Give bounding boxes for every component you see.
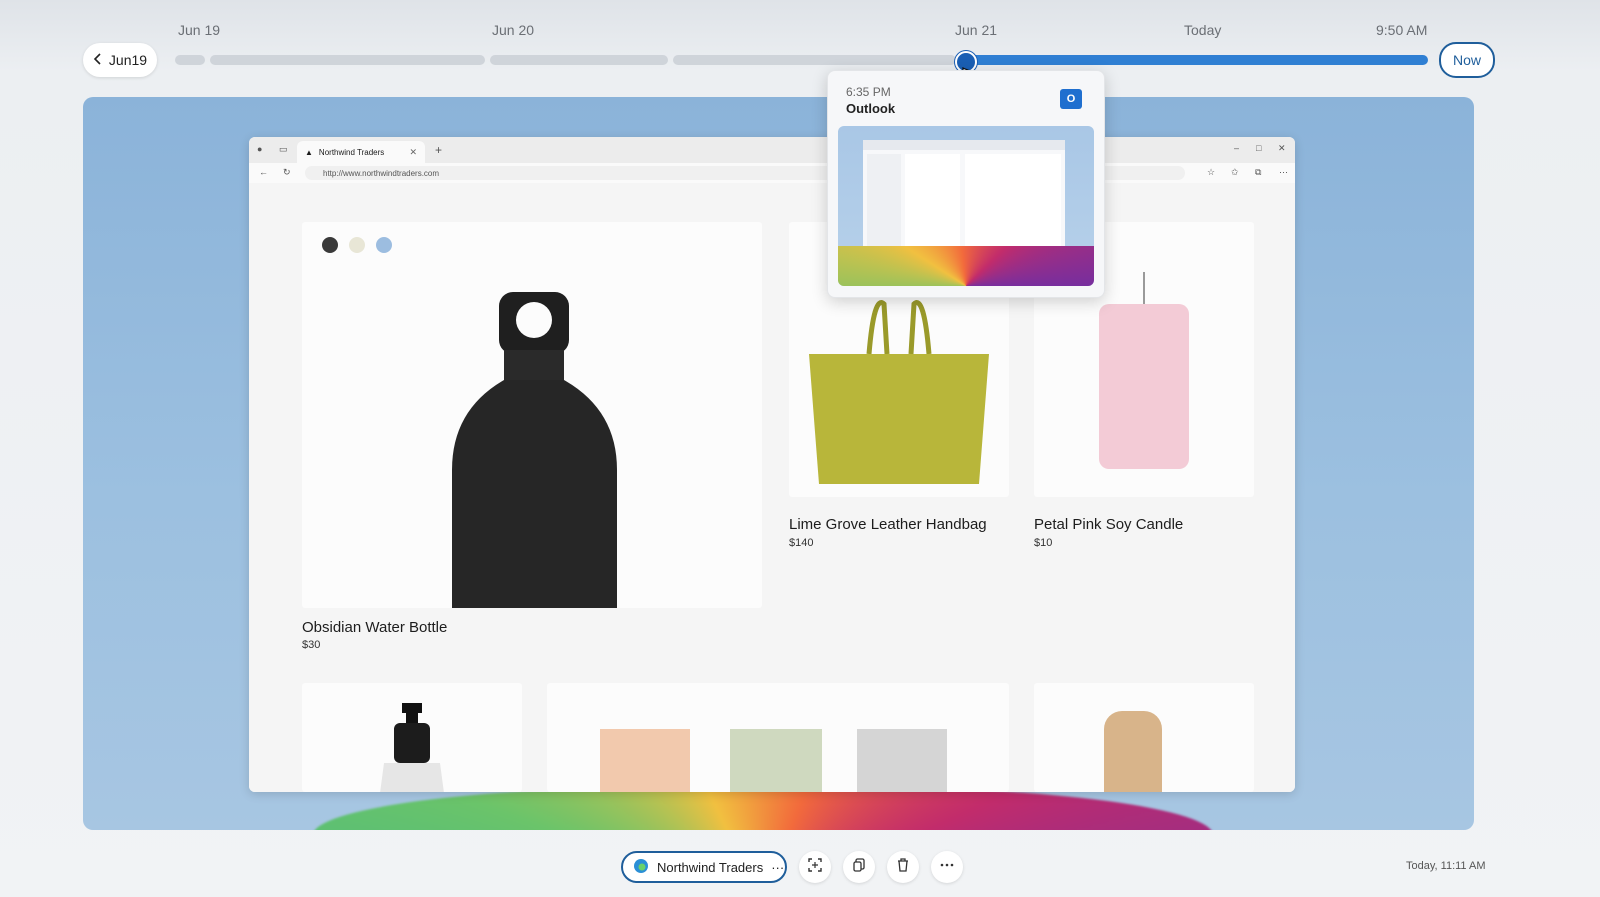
delete-button[interactable] bbox=[887, 851, 919, 883]
soap-grey bbox=[857, 729, 947, 792]
wallpaper-bloom bbox=[313, 787, 1213, 830]
product-image-lotion[interactable] bbox=[302, 683, 522, 792]
edge-icon bbox=[633, 858, 649, 877]
page-content: Obsidian Water Bottle $30 Lime Grove Lea… bbox=[249, 183, 1295, 792]
preview-app-name: Outlook bbox=[846, 101, 896, 116]
outlook-icon: O bbox=[1060, 89, 1082, 109]
maximize-icon[interactable]: □ bbox=[1256, 143, 1261, 153]
product-price: $30 bbox=[302, 639, 321, 651]
app-pill-button[interactable]: Northwind Traders ··· bbox=[621, 851, 787, 883]
address-row: ← ↻ http://www.northwindtraders.com ☆ ✩ … bbox=[249, 163, 1295, 184]
timeline-label: 9:50 AM bbox=[1376, 22, 1428, 38]
collections-icon[interactable]: ⧉ bbox=[1255, 167, 1261, 178]
soap-green bbox=[730, 729, 822, 792]
more-horizontal-icon bbox=[939, 857, 955, 878]
soap-peach bbox=[600, 729, 690, 792]
app-pill-label: Northwind Traders bbox=[657, 859, 764, 875]
product-name[interactable]: Obsidian Water Bottle bbox=[302, 619, 447, 636]
timeline-segment-active[interactable] bbox=[962, 55, 1428, 65]
lotion-bottle-illustration bbox=[380, 703, 444, 792]
minimize-icon[interactable]: – bbox=[1234, 143, 1239, 153]
back-arrow-icon[interactable]: ← bbox=[259, 167, 268, 177]
tab-actions-icon[interactable]: ▭ bbox=[279, 144, 288, 155]
trash-icon bbox=[895, 857, 911, 878]
candle-illustration bbox=[1099, 272, 1189, 469]
handbag-illustration bbox=[809, 300, 989, 484]
close-tab-icon[interactable]: ✕ bbox=[409, 147, 417, 158]
chevron-left-icon bbox=[93, 52, 103, 68]
product-name[interactable]: Lime Grove Leather Handbag bbox=[789, 516, 987, 533]
app-pill-more-icon[interactable]: ··· bbox=[771, 860, 784, 875]
product-image-water-bottle[interactable] bbox=[302, 222, 762, 608]
close-window-icon[interactable]: ✕ bbox=[1278, 143, 1286, 154]
timeline-preview-popup[interactable]: 6:35 PM Outlook O bbox=[827, 70, 1105, 298]
back-label: Jun19 bbox=[108, 52, 148, 68]
copy-icon bbox=[851, 857, 867, 878]
now-button[interactable]: Now bbox=[1439, 42, 1495, 78]
product-image-brush[interactable] bbox=[1034, 683, 1254, 792]
tab-title: Northwind Traders bbox=[318, 147, 385, 157]
timeline-segment[interactable] bbox=[673, 55, 956, 65]
color-swatch-cream[interactable] bbox=[349, 237, 365, 253]
profile-icon[interactable]: ● bbox=[257, 144, 262, 154]
product-price: $10 bbox=[1034, 537, 1053, 549]
screen-select-button[interactable] bbox=[799, 851, 831, 883]
timeline-label: Jun 21 bbox=[955, 22, 998, 38]
brush-illustration bbox=[1104, 711, 1162, 792]
color-swatch-blue[interactable] bbox=[376, 237, 392, 253]
favorites-bar-icon[interactable]: ✩ bbox=[1231, 167, 1239, 178]
back-button[interactable]: Jun19 bbox=[83, 43, 157, 77]
timeline-label: Today bbox=[1184, 22, 1222, 38]
timeline-segment[interactable] bbox=[210, 55, 485, 65]
snapshot-timestamp: Today, 11:11 AM bbox=[1406, 860, 1486, 872]
more-icon[interactable]: ⋯ bbox=[1279, 167, 1288, 178]
timeline-segment[interactable] bbox=[490, 55, 668, 65]
url-text: http://www.northwindtraders.com bbox=[323, 168, 440, 178]
more-options-button[interactable] bbox=[931, 851, 963, 883]
browser-window[interactable]: ● ▭ ▲ Northwind Traders ✕ + – □ ✕ ← ↻ ht… bbox=[249, 137, 1295, 792]
new-tab-icon[interactable]: + bbox=[435, 143, 442, 157]
site-icon: ▲ bbox=[305, 147, 313, 157]
favorite-icon[interactable]: ☆ bbox=[1207, 167, 1215, 178]
product-image-soaps[interactable] bbox=[547, 683, 1009, 792]
timeline-label: Jun 19 bbox=[178, 22, 221, 38]
color-swatch-black[interactable] bbox=[322, 237, 338, 253]
timeline-label: Jun 20 bbox=[492, 22, 535, 38]
refresh-icon[interactable]: ↻ bbox=[283, 167, 291, 178]
screen-select-icon bbox=[807, 857, 823, 878]
preview-time: 6:35 PM bbox=[846, 85, 891, 99]
preview-thumbnail[interactable] bbox=[838, 126, 1094, 286]
product-name[interactable]: Petal Pink Soy Candle bbox=[1034, 516, 1183, 533]
preview-wallpaper bbox=[838, 246, 1094, 286]
water-bottle-illustration bbox=[452, 292, 617, 608]
product-price: $140 bbox=[789, 537, 814, 549]
tab-bar: ● ▭ ▲ Northwind Traders ✕ + – □ ✕ bbox=[249, 137, 1295, 163]
copy-button[interactable] bbox=[843, 851, 875, 883]
timeline-segment[interactable] bbox=[175, 55, 205, 65]
preview-toolbar bbox=[863, 140, 1065, 150]
browser-tab[interactable]: ▲ Northwind Traders ✕ bbox=[297, 141, 425, 163]
